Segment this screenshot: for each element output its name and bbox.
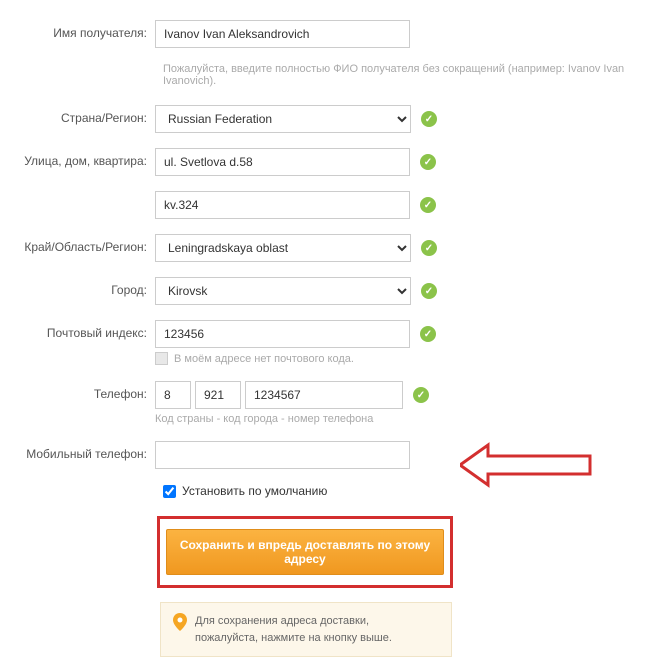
info-line1: Для сохранения адреса доставки, (195, 613, 392, 630)
postal-input[interactable] (155, 320, 410, 348)
mobile-label: Мобильный телефон: (0, 441, 155, 461)
check-icon: ✓ (421, 240, 437, 256)
region-label: Край/Область/Регион: (0, 234, 155, 254)
info-line2: пожалуйста, нажмите на кнопку выше. (195, 630, 392, 647)
city-label: Город: (0, 277, 155, 297)
postal-label: Почтовый индекс: (0, 320, 155, 340)
street-label: Улица, дом, квартира: (0, 148, 155, 168)
region-select[interactable]: Leningradskaya oblast (155, 234, 411, 262)
phone-country-input[interactable] (155, 381, 191, 409)
country-select[interactable]: Russian Federation (155, 105, 411, 133)
phone-hint: Код страны - код города - номер телефона (155, 413, 429, 425)
check-icon: ✓ (421, 111, 437, 127)
name-input[interactable] (155, 20, 410, 48)
street2-input[interactable] (155, 191, 410, 219)
check-icon: ✓ (413, 387, 429, 403)
phone-label: Телефон: (0, 381, 155, 401)
check-icon: ✓ (420, 154, 436, 170)
submit-highlight: Сохранить и впредь доставлять по этому а… (157, 516, 453, 588)
no-postal-hint: В моём адресе нет почтового кода. (174, 353, 354, 365)
name-label: Имя получателя: (0, 20, 155, 40)
mobile-input[interactable] (155, 441, 410, 469)
check-icon: ✓ (420, 197, 436, 213)
street1-input[interactable] (155, 148, 410, 176)
phone-area-input[interactable] (195, 381, 241, 409)
save-button[interactable]: Сохранить и впредь доставлять по этому а… (166, 529, 444, 575)
check-icon: ✓ (421, 283, 437, 299)
city-select[interactable]: Kirovsk (155, 277, 411, 305)
country-label: Страна/Регион: (0, 105, 155, 125)
default-label: Установить по умолчанию (182, 484, 327, 498)
check-icon: ✓ (420, 326, 436, 342)
empty-label (0, 191, 155, 197)
phone-number-input[interactable] (245, 381, 403, 409)
default-checkbox[interactable] (163, 485, 176, 498)
name-hint: Пожалуйста, введите полностью ФИО получа… (163, 63, 666, 87)
info-box: Для сохранения адреса доставки, пожалуйс… (160, 602, 452, 657)
pin-icon (173, 613, 187, 631)
no-postal-checkbox (155, 352, 168, 365)
